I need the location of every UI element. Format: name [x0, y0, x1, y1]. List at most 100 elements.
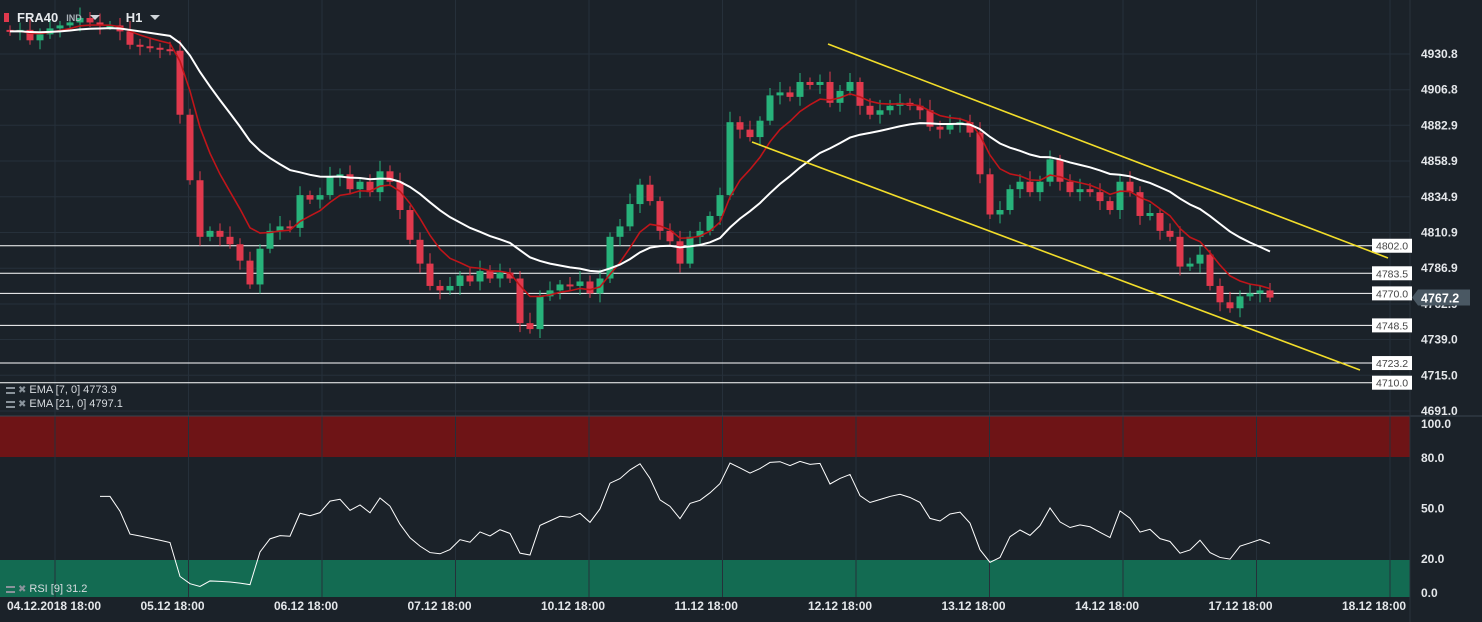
price-tick-label: 4906.8	[1421, 83, 1458, 97]
candle-body	[306, 195, 314, 200]
level-label: 4783.5	[1376, 268, 1408, 280]
rsi-tick-label: 20.0	[1421, 552, 1445, 566]
candle-body	[226, 236, 234, 245]
candle-body	[766, 95, 774, 121]
x-tick-label: 17.12 18:00	[1209, 599, 1273, 613]
candle-body	[316, 195, 324, 200]
channel-line-upper	[827, 43, 1389, 259]
price-tick-label: 4739.0	[1421, 333, 1458, 347]
rsi-tick-label: 50.0	[1421, 502, 1445, 516]
remove-icon[interactable]: ✖	[18, 584, 26, 595]
level-label: 4723.2	[1376, 358, 1408, 370]
candle-body	[1086, 189, 1094, 193]
candle-body	[776, 92, 784, 96]
candle-body	[576, 281, 584, 286]
rsi-overbought-zone	[0, 416, 1410, 457]
candle-body	[436, 285, 444, 291]
price-tick-label: 4858.9	[1421, 154, 1458, 168]
candle-body	[536, 296, 544, 330]
legend-ema21: ✖ EMA [21, 0] 4797.1	[6, 398, 123, 410]
settings-icon[interactable]	[6, 400, 15, 408]
candle-body	[996, 210, 1004, 215]
rsi-label: RSI [9]	[29, 583, 64, 595]
price-tick-label: 4715.0	[1421, 368, 1458, 382]
candle-body	[136, 44, 144, 47]
price-tick-label: 4930.8	[1421, 47, 1458, 61]
candle-body	[1066, 181, 1074, 193]
candle-body	[736, 122, 744, 130]
candle-body	[156, 47, 164, 50]
symbol-label[interactable]: FRA40	[17, 10, 58, 25]
candle-body	[1076, 189, 1084, 193]
candle-body	[266, 230, 274, 249]
candle-body	[456, 275, 464, 286]
ema21-label: EMA [21, 0]	[29, 398, 87, 410]
level-label: 4710.0	[1376, 378, 1408, 390]
candle-body	[686, 236, 694, 264]
candle-body	[236, 244, 244, 261]
x-tick-label: 05.12 18:00	[141, 599, 205, 613]
candle-body	[586, 281, 594, 294]
candle-body	[1156, 212, 1164, 231]
candle-body	[416, 239, 424, 264]
candle-body	[216, 230, 224, 237]
candle-body	[626, 204, 634, 227]
rsi-tick-label: 0.0	[1421, 586, 1438, 600]
x-tick-label: 06.12 18:00	[274, 599, 338, 613]
x-tick-label: 14.12 18:00	[1075, 599, 1139, 613]
price-chart[interactable]: 04.12.2018 18:00 05.12 18:00 06.12 18:00 07…	[0, 0, 1482, 622]
candle-body	[1146, 212, 1154, 216]
candle-body	[326, 177, 334, 196]
ema7-value: 4773.9	[83, 384, 117, 396]
price-tick-label: 4882.9	[1421, 118, 1458, 132]
candle-body	[1226, 302, 1234, 309]
candle-body	[36, 34, 44, 41]
legend-ema7: ✖ EMA [7, 0] 4773.9	[6, 384, 117, 396]
x-tick-label: 10.12 18:00	[541, 599, 605, 613]
candle-body	[426, 263, 434, 286]
candle-body	[936, 126, 944, 130]
instrument-type: IND	[66, 12, 82, 23]
candle-body	[786, 92, 794, 97]
candle-body	[796, 81, 804, 97]
candle-body	[816, 81, 824, 85]
candle-body	[726, 122, 734, 196]
candle-body	[126, 31, 134, 45]
candle-body	[166, 49, 174, 52]
timeframe-label[interactable]: H1	[126, 10, 143, 25]
candle-body	[636, 184, 644, 205]
remove-icon[interactable]: ✖	[18, 399, 26, 410]
candle-body	[186, 114, 194, 181]
candle-body	[256, 248, 264, 285]
timeframe-dropdown-icon[interactable]	[150, 15, 161, 20]
settings-icon[interactable]	[6, 386, 15, 394]
remove-icon[interactable]: ✖	[18, 385, 26, 396]
candle-body	[1236, 296, 1244, 309]
candle-body	[1096, 192, 1104, 202]
candle-body	[1036, 181, 1044, 193]
rsi-tick-label: 100.0	[1421, 417, 1451, 431]
candle-body	[206, 230, 214, 237]
level-label: 4770.0	[1376, 288, 1408, 300]
candle-body	[446, 285, 454, 291]
candle-body	[1006, 189, 1014, 211]
level-label: 4748.5	[1376, 320, 1408, 332]
candle-body	[146, 46, 154, 49]
candle-body	[756, 120, 764, 138]
candle-body	[356, 181, 364, 190]
price-tick-label: 4810.9	[1421, 225, 1458, 239]
candle-body	[1206, 254, 1214, 286]
candle-body	[876, 110, 884, 115]
candle-body	[806, 81, 814, 85]
candle-body	[486, 271, 494, 279]
candle-body	[1116, 181, 1124, 211]
candle-body	[716, 195, 724, 216]
candle-body	[1166, 230, 1174, 237]
candle-body	[496, 272, 504, 279]
candle-body	[1256, 290, 1264, 294]
settings-icon[interactable]	[6, 585, 15, 593]
candle-body	[396, 181, 404, 211]
symbol-dropdown-icon[interactable]	[89, 15, 100, 20]
candle-body	[1176, 236, 1184, 267]
candle-body	[1196, 254, 1204, 264]
